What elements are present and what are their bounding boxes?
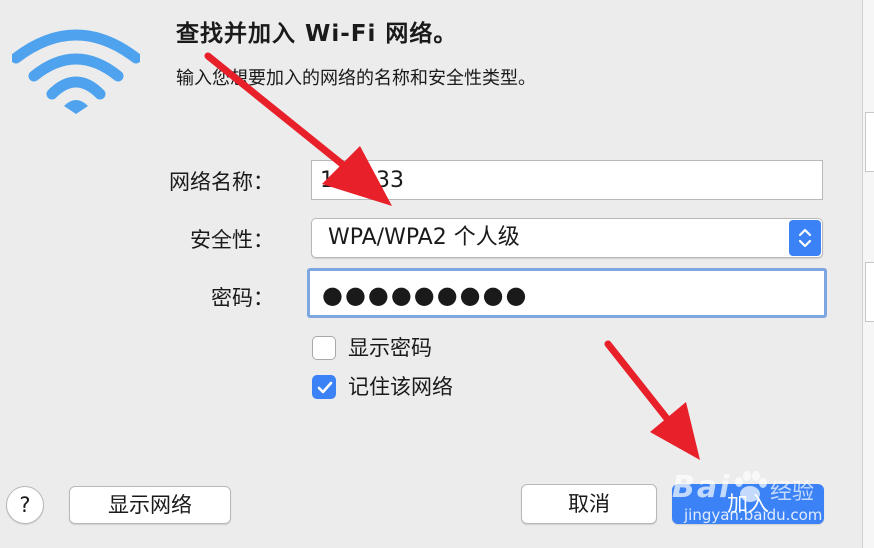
remember-network-checkbox[interactable]	[312, 375, 336, 399]
password-field[interactable]: ●●●●●●●●●	[307, 268, 827, 318]
background-panel	[865, 112, 874, 172]
show-password-label: 显示密码	[348, 336, 432, 360]
dialog-title: 查找并加入 Wi-Fi 网络。	[176, 21, 458, 47]
remember-network-label: 记住该网络	[348, 375, 453, 399]
checkmark-icon	[317, 381, 333, 394]
help-button[interactable]: ?	[6, 486, 44, 524]
join-wifi-dialog: 查找并加入 Wi-Fi 网络。 输入您想要加入的网络的名称和安全性类型。 网络名…	[0, 0, 862, 548]
show-networks-button[interactable]: 显示网络	[69, 486, 231, 524]
popup-stepper[interactable]	[789, 220, 821, 256]
security-label: 安全性：	[190, 228, 274, 252]
security-popup[interactable]: WPA/WPA2 个人级	[311, 218, 823, 258]
show-password-checkbox[interactable]	[312, 336, 336, 360]
join-button[interactable]: 加入	[672, 484, 824, 524]
background-window-edge	[862, 0, 874, 548]
chevron-up-down-icon	[798, 228, 812, 248]
wifi-icon	[12, 29, 140, 114]
network-name-field[interactable]: 112233	[311, 160, 823, 200]
background-panel	[865, 262, 874, 322]
network-name-label: 网络名称：	[169, 170, 274, 194]
security-value: WPA/WPA2 个人级	[328, 225, 520, 250]
cancel-button[interactable]: 取消	[521, 484, 657, 524]
dialog-subtitle: 输入您想要加入的网络的名称和安全性类型。	[176, 68, 536, 89]
password-label: 密码：	[211, 286, 274, 310]
